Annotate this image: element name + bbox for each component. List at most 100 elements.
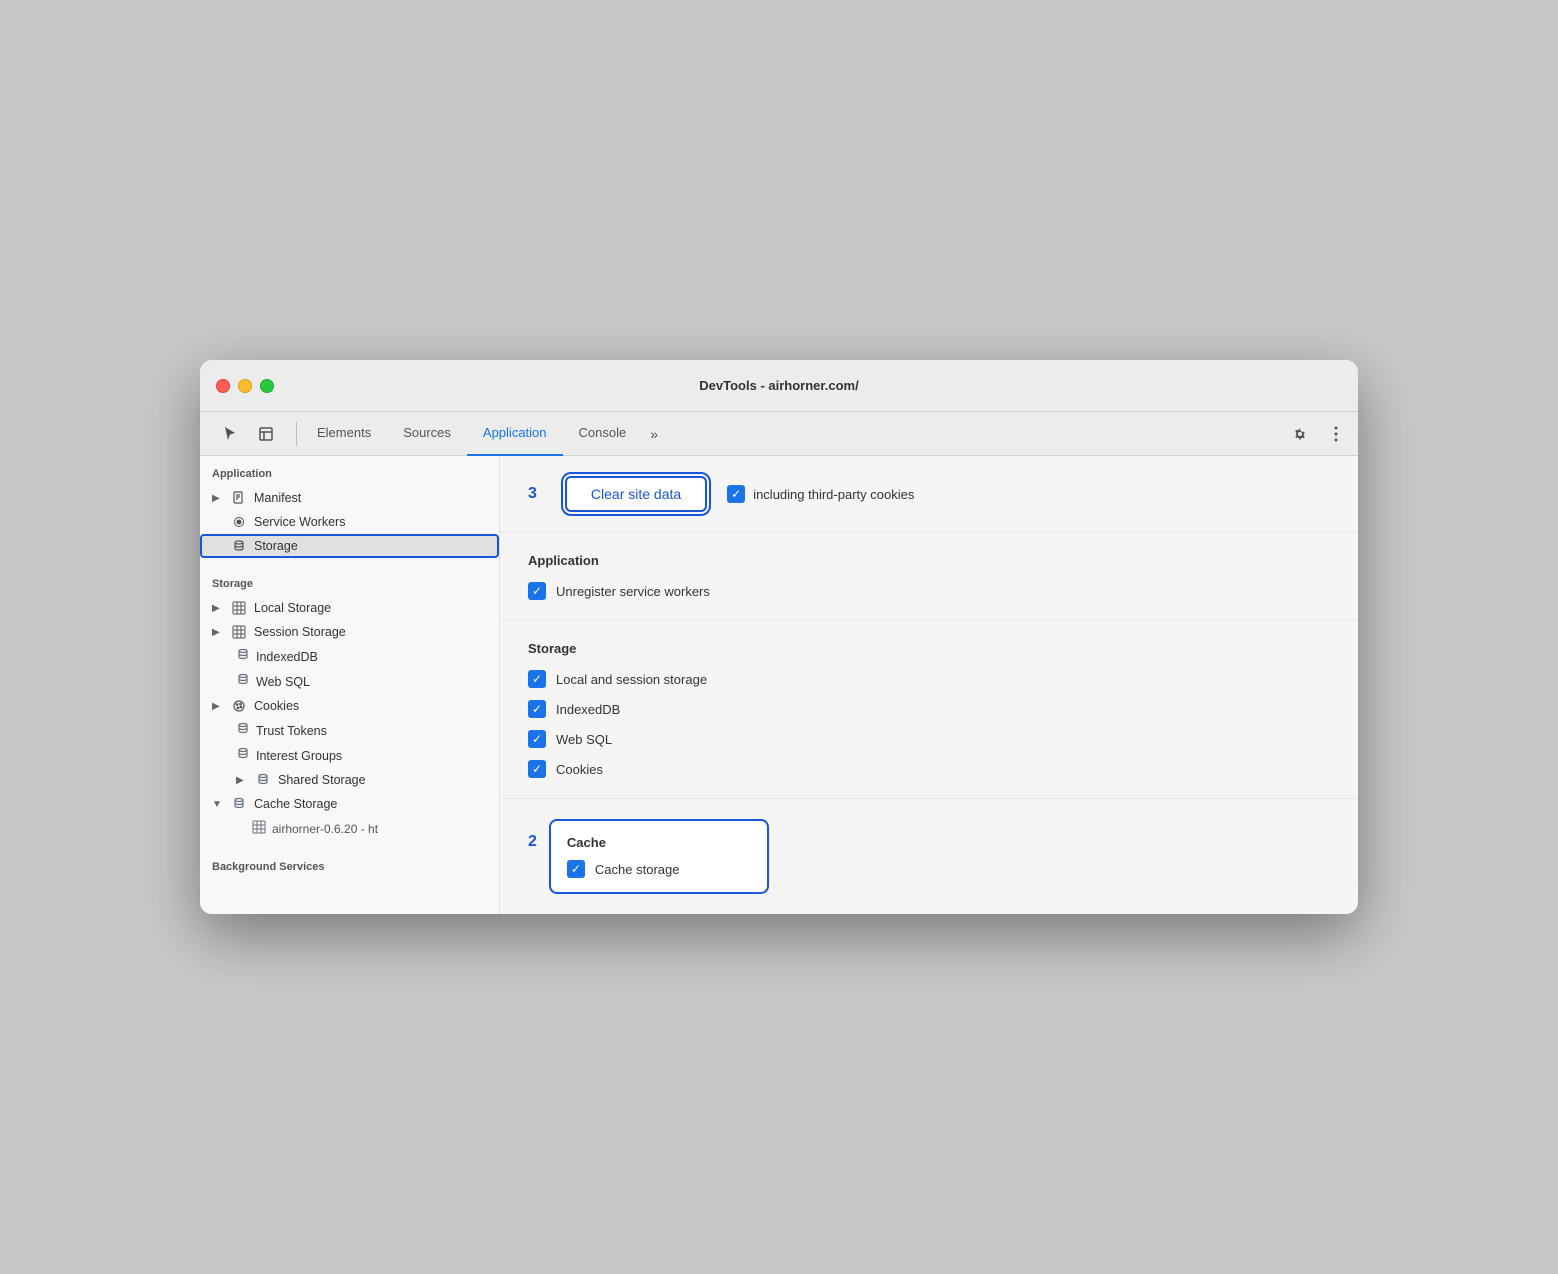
option-indexeddb: ✓ IndexedDB — [528, 700, 1330, 718]
interest-groups-icon — [236, 747, 250, 764]
cursor-icon[interactable] — [216, 420, 244, 448]
cache-section-title: Cache — [567, 835, 751, 850]
sidebar-item-manifest[interactable]: ▶ Manifest — [200, 486, 499, 510]
sidebar-section-background-services: Background Services — [200, 849, 499, 879]
unregister-sw-checkbox[interactable]: ✓ — [528, 582, 546, 600]
indexeddb-label: IndexedDB — [556, 702, 620, 717]
settings-icon[interactable] — [1286, 420, 1314, 448]
arrow-icon: ▶ — [212, 493, 224, 504]
close-button[interactable] — [216, 379, 230, 393]
storage-section-title: Storage — [528, 641, 1330, 656]
sidebar-item-shared-storage[interactable]: ▶ Shared Storage — [200, 768, 499, 792]
sidebar-manifest-label: Manifest — [254, 491, 491, 505]
sidebar-item-indexeddb[interactable]: IndexedDB — [200, 644, 499, 669]
cache-section-wrapper: 2 Cache ✓ Cache storage — [500, 799, 1358, 914]
sidebar-cache-entry-label: airhorner-0.6.20 - ht — [272, 822, 378, 836]
sidebar-item-cache-entry[interactable]: airhorner-0.6.20 - ht — [200, 816, 499, 841]
tab-elements[interactable]: Elements — [301, 412, 387, 456]
traffic-lights — [216, 379, 274, 393]
tabs-container: Elements Sources Application Console » — [301, 412, 1286, 456]
toolbar-icons — [208, 420, 288, 448]
arrow-icon: ▶ — [212, 603, 224, 614]
arrow-icon: ▶ — [236, 775, 248, 786]
minimize-button[interactable] — [238, 379, 252, 393]
storage-section: Storage ✓ Local and session storage ✓ In… — [500, 621, 1358, 799]
sidebar-item-local-storage[interactable]: ▶ Local Storage — [200, 596, 499, 620]
manifest-icon — [230, 491, 248, 505]
tab-sources[interactable]: Sources — [387, 412, 467, 456]
sidebar-item-web-sql[interactable]: Web SQL — [200, 669, 499, 694]
trust-tokens-icon — [236, 722, 250, 739]
sidebar-cookies-label: Cookies — [254, 699, 491, 713]
option-cache-storage: ✓ Cache storage — [567, 860, 751, 878]
shared-storage-icon — [254, 773, 272, 787]
sidebar-shared-storage-label: Shared Storage — [278, 773, 491, 787]
web-sql-icon — [236, 673, 250, 690]
indexeddb-checkbox[interactable]: ✓ — [528, 700, 546, 718]
step3-badge: 3 — [528, 485, 537, 503]
sidebar-storage-label: Storage — [254, 539, 491, 553]
sidebar-item-storage[interactable]: Storage — [200, 534, 499, 558]
including-cookies-label: including third-party cookies — [753, 487, 914, 502]
storage-icon — [230, 539, 248, 553]
sidebar-indexeddb-label: IndexedDB — [256, 650, 318, 664]
indexeddb-icon — [236, 648, 250, 665]
arrow-down-icon: ▼ — [212, 799, 224, 810]
sidebar-item-session-storage[interactable]: ▶ Session Storage — [200, 620, 499, 644]
sidebar-service-workers-label: Service Workers — [254, 515, 491, 529]
clear-site-data-row: 3 Clear site data ✓ including third-part… — [500, 456, 1358, 533]
sidebar-web-sql-label: Web SQL — [256, 675, 310, 689]
titlebar: DevTools - airhorner.com/ — [200, 360, 1358, 412]
menu-icon[interactable] — [1322, 420, 1350, 448]
sidebar-session-storage-label: Session Storage — [254, 625, 491, 639]
service-workers-icon — [230, 515, 248, 529]
cookies-icon — [230, 699, 248, 713]
sidebar-cache-storage-label: Cache Storage — [254, 797, 491, 811]
cache-storage-icon — [230, 797, 248, 811]
maximize-button[interactable] — [260, 379, 274, 393]
sidebar-section-storage: Storage — [200, 566, 499, 596]
sidebar-item-cache-storage[interactable]: ▼ Cache Storage — [200, 792, 499, 816]
cache-highlight-box: Cache ✓ Cache storage — [549, 819, 769, 894]
arrow-icon: ▶ — [212, 701, 224, 712]
web-sql-checkbox[interactable]: ✓ — [528, 730, 546, 748]
application-section: Application ✓ Unregister service workers — [500, 533, 1358, 621]
cache-storage-checkbox[interactable]: ✓ — [567, 860, 585, 878]
local-session-checkbox[interactable]: ✓ — [528, 670, 546, 688]
cache-storage-label: Cache storage — [595, 862, 680, 877]
local-session-label: Local and session storage — [556, 672, 707, 687]
tab-divider — [296, 422, 297, 446]
tab-console[interactable]: Console — [563, 412, 643, 456]
tabbar-right-controls — [1286, 420, 1350, 448]
content-panel: 3 Clear site data ✓ including third-part… — [500, 456, 1358, 914]
cookies-label: Cookies — [556, 762, 603, 777]
option-cookies: ✓ Cookies — [528, 760, 1330, 778]
application-section-title: Application — [528, 553, 1330, 568]
sidebar-trust-tokens-label: Trust Tokens — [256, 724, 327, 738]
cookies-checkbox[interactable]: ✓ — [528, 760, 546, 778]
sidebar-interest-groups-label: Interest Groups — [256, 749, 342, 763]
unregister-sw-label: Unregister service workers — [556, 584, 710, 599]
sidebar-local-storage-label: Local Storage — [254, 601, 491, 615]
including-cookies-row: ✓ including third-party cookies — [727, 485, 914, 503]
web-sql-label: Web SQL — [556, 732, 612, 747]
local-storage-icon — [230, 601, 248, 615]
sidebar: Application ▶ Manifest Se — [200, 456, 500, 914]
option-local-session: ✓ Local and session storage — [528, 670, 1330, 688]
tab-application[interactable]: Application — [467, 412, 563, 456]
including-cookies-checkbox[interactable]: ✓ — [727, 485, 745, 503]
sidebar-item-interest-groups[interactable]: Interest Groups — [200, 743, 499, 768]
sidebar-item-trust-tokens[interactable]: Trust Tokens — [200, 718, 499, 743]
sidebar-item-service-workers[interactable]: Service Workers — [200, 510, 499, 534]
session-storage-icon — [230, 625, 248, 639]
clear-site-data-button[interactable]: Clear site data — [565, 476, 707, 512]
option-web-sql: ✓ Web SQL — [528, 730, 1330, 748]
cache-entry-icon — [252, 820, 266, 837]
more-tabs-button[interactable]: » — [642, 426, 666, 442]
content-area: Application ▶ Manifest Se — [200, 456, 1358, 914]
sidebar-item-cookies[interactable]: ▶ Cookies — [200, 694, 499, 718]
step2-badge: 2 — [528, 833, 537, 851]
inspect-icon[interactable] — [252, 420, 280, 448]
devtools-window: DevTools - airhorner.com/ Elements S — [200, 360, 1358, 914]
arrow-icon: ▶ — [212, 627, 224, 638]
